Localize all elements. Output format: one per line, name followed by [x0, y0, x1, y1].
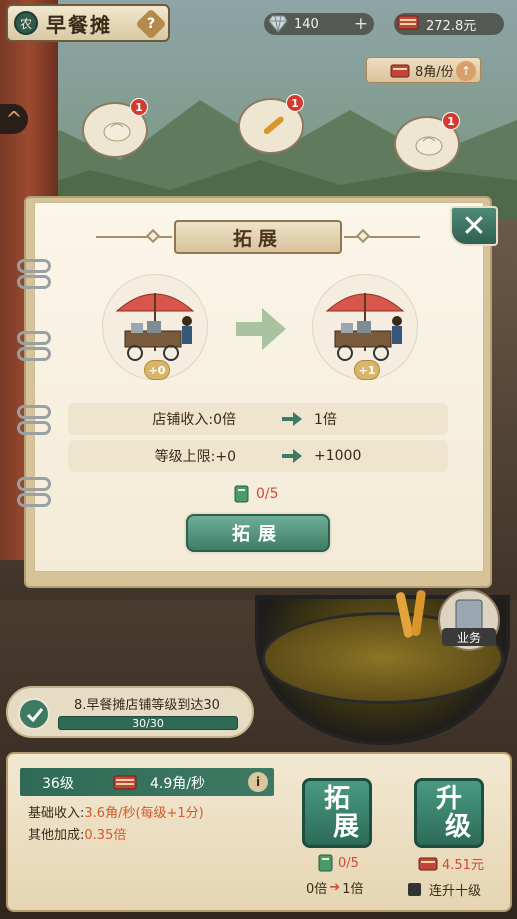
income-row: 店铺收入:0倍 1倍	[68, 403, 448, 435]
divider	[96, 236, 172, 238]
binder-ring	[17, 493, 51, 507]
fried-dough-icon	[396, 590, 426, 638]
task-progress-text: 30/30	[132, 717, 164, 730]
add-gems-button[interactable]: +	[354, 14, 368, 34]
order-bubble[interactable]: 1	[238, 94, 304, 154]
binder-ring	[17, 405, 51, 419]
binder-ring	[17, 347, 51, 361]
expand-cost-value: 0/5	[256, 486, 279, 502]
task-complete-icon	[18, 698, 50, 730]
expand-cost-row: 0/5	[318, 854, 359, 872]
order-bubble[interactable]: 1	[394, 112, 460, 172]
price-value: 8角/份	[415, 64, 454, 80]
license-book-icon	[234, 485, 249, 503]
stall-cart-icon	[325, 293, 405, 361]
order-count-badge: 1	[442, 112, 460, 130]
confirm-expand-button[interactable]: 拓展	[186, 514, 330, 552]
fried-dough-stick-icon	[263, 116, 284, 135]
order-count-badge: 1	[286, 94, 304, 112]
upgrade-button[interactable]: 升 级	[414, 778, 484, 848]
order-bubble[interactable]: 1	[82, 98, 148, 158]
base-income: 基础收入:3.6角/秒(每级+1分)	[28, 802, 204, 821]
binder-ring	[17, 477, 51, 491]
binder-ring	[17, 331, 51, 345]
money-counter: 272.8元	[394, 13, 504, 35]
arrow-right-icon	[282, 449, 302, 463]
multi-upgrade-checkbox[interactable]	[408, 883, 421, 896]
multi-upgrade-label: 连升十级	[429, 884, 482, 899]
other-bonus-value: 0.35倍	[84, 828, 127, 843]
gem-amount: 140	[294, 16, 319, 32]
stall-title-badge: 农 早餐摊 ?	[6, 4, 170, 42]
upgrade-char-2: 级	[444, 812, 471, 842]
bun-icon	[103, 122, 131, 142]
arrow-right-icon	[236, 308, 286, 350]
expand-effect-to: 1倍	[342, 882, 364, 897]
upgrade-cost: 4.51元	[442, 858, 484, 873]
expand-char-1: 拓	[323, 784, 350, 814]
gem-counter: 140 +	[264, 13, 374, 35]
binder-ring	[17, 421, 51, 435]
stall-seal-icon: 农	[14, 11, 38, 35]
stall-info-panel: 36级 4.9角/秒 i 基础收入:3.6角/秒(每级+1分) 其他加成:0.3…	[6, 752, 512, 912]
money-amount: 272.8元	[426, 18, 477, 34]
task-text: 8.早餐摊店铺等级到达30	[74, 698, 220, 713]
expand-button[interactable]: 拓 展	[302, 778, 372, 848]
dialog-title-text: 拓展	[232, 227, 283, 250]
task-progress-bar: 30/30	[58, 716, 238, 730]
license-book-icon	[318, 854, 333, 872]
expand-effect-from: 0倍	[306, 882, 328, 897]
base-income-value: 3.6角/秒(每级+1分)	[84, 806, 204, 821]
business-button[interactable]: 业务	[436, 588, 502, 652]
stall-name: 早餐摊	[46, 12, 112, 37]
level-cap-row: 等级上限:+0 +1000	[68, 440, 448, 472]
cash-bundle-icon	[113, 775, 137, 790]
expand-effect: 0倍 ➔ 1倍	[306, 878, 363, 897]
arrow-right-icon: ➔	[329, 880, 341, 895]
base-income-label: 基础收入:	[28, 806, 85, 821]
income-next: 1倍	[314, 412, 337, 428]
multi-upgrade-toggle[interactable]: 连升十级	[408, 880, 481, 899]
cash-bundle-icon	[418, 857, 438, 870]
binder-ring	[17, 259, 51, 273]
diamond-icon	[268, 15, 288, 33]
level-bar: 36级 4.9角/秒 i	[20, 768, 274, 796]
stall-level-tag: +0	[144, 360, 170, 380]
other-bonus: 其他加成:0.35倍	[28, 824, 126, 843]
dialog-title: 拓展	[174, 220, 342, 254]
expand-dialog: 拓展 ✕ +0 +1 店铺收入:0倍 1倍 等级上限:+0 +1000 0/5 …	[17, 196, 498, 588]
binder-ring	[17, 275, 51, 289]
bun-icon	[415, 136, 443, 156]
level-cap-next: +1000	[314, 448, 362, 464]
business-label: 业务	[457, 630, 481, 645]
arrow-right-icon	[282, 412, 302, 426]
upgrade-cost-row: 4.51元	[418, 854, 484, 873]
level-cap-current: 等级上限:+0	[154, 449, 236, 465]
stall-level-tag: +1	[354, 360, 380, 380]
price-per-item[interactable]: 8角/份 ↑	[366, 57, 481, 83]
close-button[interactable]: ✕	[450, 206, 498, 246]
stall-level: 36级	[42, 776, 74, 792]
help-button[interactable]: ?	[135, 8, 167, 40]
expand-cost-count: 0/5	[338, 855, 359, 871]
info-button[interactable]: i	[248, 772, 268, 792]
cash-bundle-icon	[390, 64, 410, 78]
other-bonus-label: 其他加成:	[28, 828, 85, 843]
cash-bundle-icon	[397, 15, 419, 30]
stall-cart-icon	[115, 293, 195, 361]
price-up-icon: ↑	[456, 61, 476, 81]
order-count-badge: 1	[130, 98, 148, 116]
task-progress[interactable]: 8.早餐摊店铺等级到达30 30/30	[6, 686, 254, 738]
help-label: ?	[146, 16, 156, 32]
expand-char-2: 展	[332, 812, 359, 842]
income-rate: 4.9角/秒	[150, 776, 205, 792]
expand-cost: 0/5	[234, 485, 279, 503]
income-current: 店铺收入:0倍	[152, 412, 236, 428]
upgrade-char-1: 升	[435, 784, 462, 814]
